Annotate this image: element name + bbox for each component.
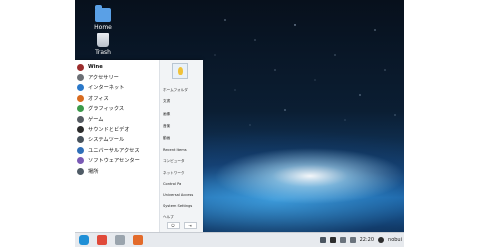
places-item[interactable]: 画像 <box>163 112 170 117</box>
menu-category[interactable]: インターネット <box>75 83 159 93</box>
menu-category-label: ソフトウェアセンター <box>88 158 140 165</box>
menu-category-label: グラフィックス <box>88 106 125 113</box>
taskbar: 22:20 nobui <box>75 232 404 247</box>
multimedia-icon <box>77 126 84 134</box>
menu-category-label: ユニバーサルアクセス <box>88 147 140 154</box>
files-icon[interactable] <box>115 235 125 245</box>
games-icon <box>77 115 84 123</box>
folder-icon <box>95 5 111 22</box>
places-item[interactable]: ヘルプ <box>163 215 174 220</box>
network-icon[interactable] <box>339 237 346 243</box>
clipboard-icon[interactable] <box>319 237 326 243</box>
menu-category-label: サウンドとビデオ <box>88 127 130 134</box>
volume-icon[interactable] <box>349 237 356 243</box>
menu-category[interactable]: アクセサリー <box>75 72 159 82</box>
desktop-icon-trash[interactable]: Trash <box>81 33 125 56</box>
trash-icon <box>97 33 109 47</box>
menu-category-label: アクセサリー <box>88 75 119 82</box>
desktop-icon-label: Trash <box>95 49 111 56</box>
software-center-icon <box>77 157 84 165</box>
menu-category[interactable]: ユニバーサルアクセス <box>75 145 159 155</box>
chrome-icon[interactable] <box>97 235 107 245</box>
menu-category[interactable]: ゲーム <box>75 114 159 124</box>
menu-category-label: システムツール <box>88 137 125 144</box>
system-tools-icon <box>77 136 84 144</box>
desktop-icon-home[interactable]: Home <box>81 5 125 31</box>
settings-icon[interactable] <box>133 235 143 245</box>
places-item[interactable]: コンピュータ <box>163 159 185 164</box>
user-avatar[interactable] <box>172 63 188 79</box>
wine-icon <box>77 63 84 71</box>
menu-category[interactable]: オフィス <box>75 93 159 103</box>
places-item[interactable]: ホームフォルダ <box>163 88 188 93</box>
places-item[interactable]: System Settings <box>163 204 192 208</box>
internet-icon <box>77 84 84 92</box>
menu-category-label: 場所 <box>88 168 99 175</box>
menu-category-label: Wine <box>88 64 103 71</box>
places-item[interactable]: 文書 <box>163 99 170 104</box>
office-icon <box>77 94 84 102</box>
places-panel: ホームフォルダ 文書画像音楽動画 Recent Items コンピュータ ネットワーク C… <box>159 60 203 232</box>
pen-icon[interactable] <box>329 237 336 243</box>
places-item[interactable]: 音楽 <box>163 124 170 129</box>
desktop: Home Trash Wine アクセサリー インターネット オフィスグラフィックスゲ… <box>75 0 404 247</box>
menu-category[interactable]: ソフトウェアセンター <box>75 156 159 166</box>
zorin-menu-icon[interactable] <box>79 235 89 245</box>
places-item[interactable]: Recent Items <box>163 148 187 152</box>
places-item[interactable]: ネットワーク <box>163 171 185 176</box>
accessories-icon <box>77 74 84 82</box>
menu-category-label: ゲーム <box>88 116 104 123</box>
menu-category[interactable]: グラフィックス <box>75 104 159 114</box>
universal-access-icon <box>77 146 84 154</box>
logout-icon[interactable]: ⇥ <box>183 222 197 229</box>
power-row: ⏻ ⇥ <box>160 222 203 231</box>
username[interactable]: nobui <box>388 237 402 243</box>
menu-category[interactable]: システムツール <box>75 135 159 145</box>
places-icon <box>77 167 84 175</box>
start-menu: Wine アクセサリー インターネット オフィスグラフィックス ゲームサウンドとビデオシ… <box>75 60 203 232</box>
user-icon <box>378 237 385 243</box>
menu-category[interactable]: サウンドとビデオ <box>75 124 159 134</box>
clock[interactable]: 22:20 <box>360 237 374 243</box>
graphics-icon <box>77 105 84 113</box>
menu-category[interactable]: 場所 <box>75 166 159 176</box>
menu-category-label: オフィス <box>88 95 109 102</box>
places-item[interactable]: Universal Access <box>163 193 193 197</box>
places-item[interactable]: 動画 <box>163 136 170 141</box>
places-item[interactable]: Control Pa <box>163 182 181 186</box>
category-list: Wine アクセサリー インターネット オフィスグラフィックス ゲームサウンドとビデオシ… <box>75 62 159 176</box>
power-icon[interactable]: ⏻ <box>166 222 180 229</box>
menu-category[interactable]: Wine <box>75 62 159 72</box>
menu-category-label: インターネット <box>88 85 125 92</box>
desktop-icon-label: Home <box>94 24 112 31</box>
system-tray: 22:20 nobui <box>319 233 402 247</box>
